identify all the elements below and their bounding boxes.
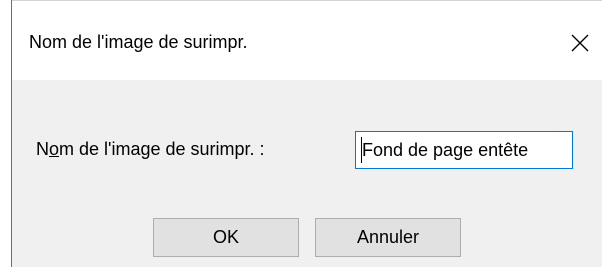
label-mnemonic: o <box>49 139 60 159</box>
image-name-label: Nom de l'image de surimpr. : <box>36 139 265 160</box>
image-name-input[interactable] <box>355 131 573 169</box>
dialog-window: Nom de l'image de surimpr. Nom de l'imag… <box>11 0 602 267</box>
label-prefix: N <box>36 139 49 159</box>
close-icon <box>571 34 589 52</box>
window-title: Nom de l'image de surimpr. <box>29 32 248 52</box>
close-button[interactable] <box>558 21 602 65</box>
cancel-button[interactable]: Annuler <box>315 218 461 257</box>
text-caret <box>361 137 362 163</box>
title-bar: Nom de l'image de surimpr. <box>12 0 602 80</box>
label-rest: m de l'image de surimpr. : <box>59 139 265 159</box>
ok-button[interactable]: OK <box>153 218 299 257</box>
